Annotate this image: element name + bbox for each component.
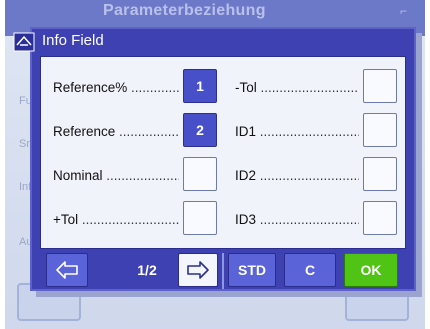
field-label: ID1 [235,124,359,139]
dialog-toolbar: 1/2 STD C OK [40,253,406,289]
ok-button[interactable]: OK [344,253,398,287]
field-label: ID3 [235,212,359,227]
field-value-box[interactable] [183,201,217,235]
field-minus-tol[interactable]: -Tol [235,69,397,105]
previous-page-button[interactable] [46,253,88,287]
dialog-title: Info Field [42,32,104,49]
field-value-box[interactable]: 2 [183,113,217,147]
field-plus-tol[interactable]: +Tol [53,201,217,237]
background-title: Parameterbeziehung [103,2,266,19]
dialog-body: Reference% 1 Reference 2 Nominal +Tol -T… [40,56,406,249]
field-label: +Tol [53,212,179,227]
field-label: Nominal [53,168,179,183]
field-id3[interactable]: ID3 [235,201,397,237]
toolbar-divider [222,253,224,289]
field-label: -Tol [235,80,359,95]
page-indicator: 1/2 [137,262,157,278]
arrow-left-icon [56,261,78,279]
field-id1[interactable]: ID1 [235,113,397,149]
field-id2[interactable]: ID2 [235,157,397,193]
field-label: Reference [53,124,179,139]
field-value-box[interactable] [363,113,397,147]
info-field-dialog: Info Field Reference% 1 Reference 2 Nomi… [13,27,416,291]
field-value-box[interactable]: 1 [183,69,217,103]
field-value-box[interactable] [363,157,397,191]
field-value-box[interactable] [363,69,397,103]
field-reference-percent[interactable]: Reference% 1 [53,69,217,105]
field-value-box[interactable] [183,157,217,191]
field-label: ID2 [235,168,359,183]
std-button[interactable]: STD [228,253,276,287]
field-value-box[interactable] [363,201,397,235]
clear-button[interactable]: C [284,253,336,287]
field-reference[interactable]: Reference 2 [53,113,217,149]
field-nominal[interactable]: Nominal [53,157,217,193]
scale-icon [13,32,35,52]
arrow-right-icon [187,261,209,279]
next-page-button[interactable] [178,253,218,287]
background-corner-icon: ⌐ [399,4,407,18]
field-label: Reference% [53,80,179,95]
